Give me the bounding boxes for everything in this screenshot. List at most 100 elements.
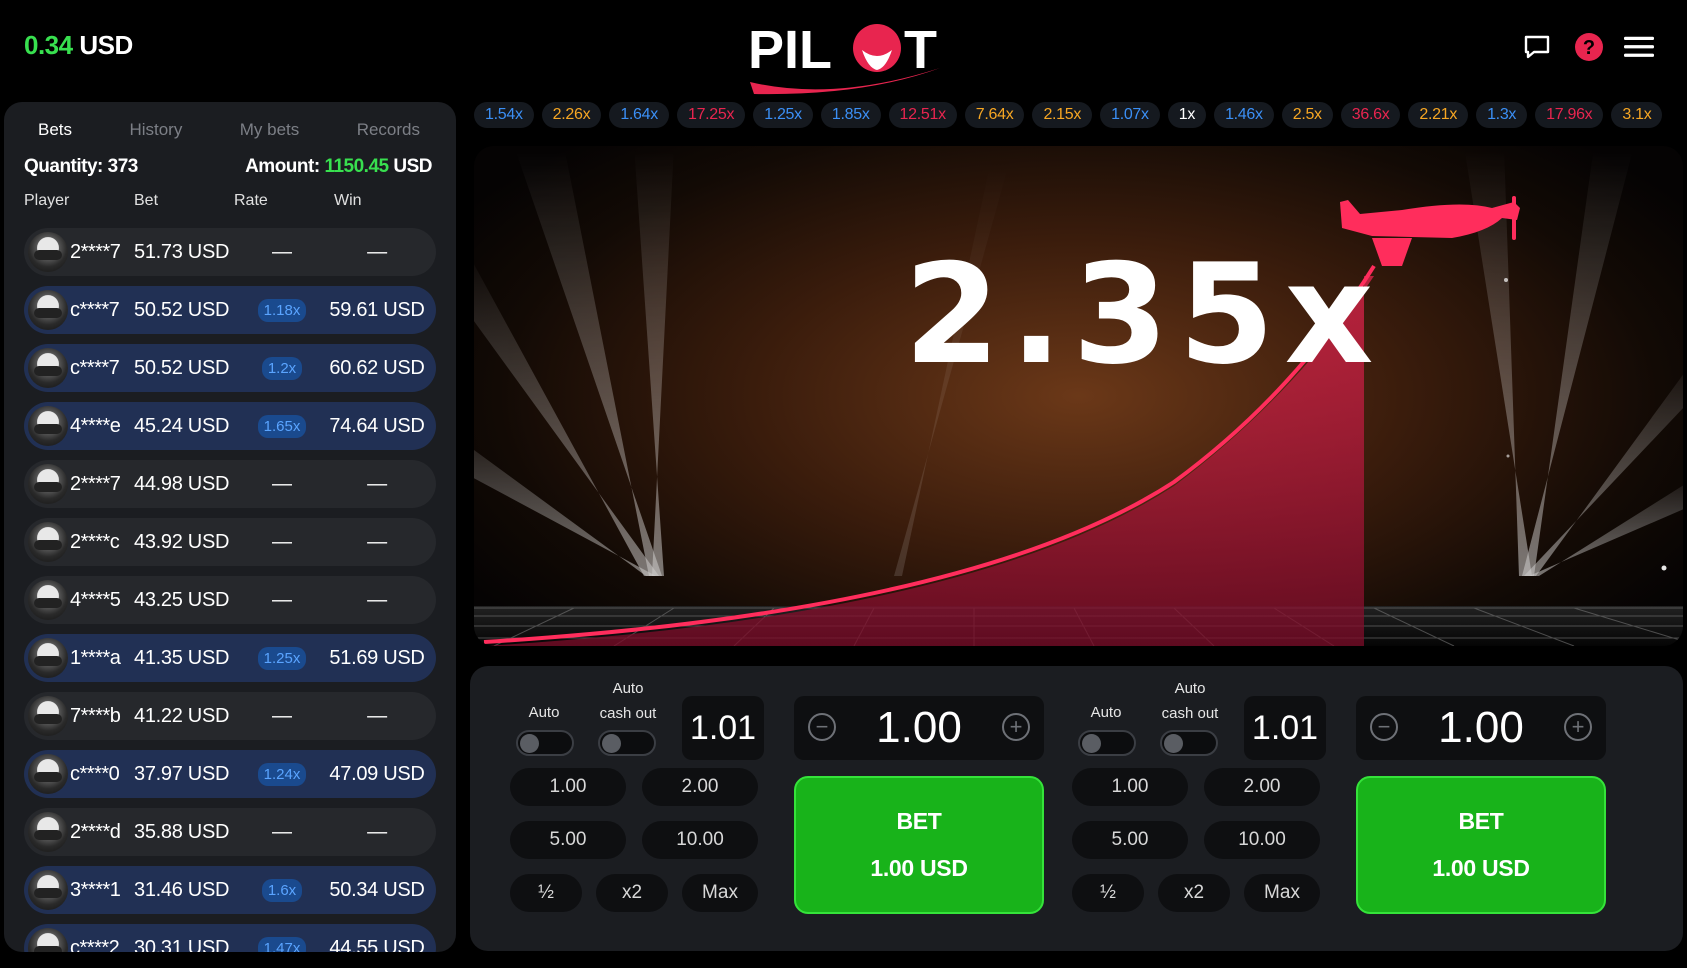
bets-list: 2****7 51.73 USD — — c****7 50.52 USD 1.18x 59.… xyxy=(4,216,456,952)
quick-amount-button[interactable]: 5.00 xyxy=(1072,821,1188,859)
quick-amount-button[interactable]: 1.00 xyxy=(1072,768,1188,806)
multiplier-chip: 12.51x xyxy=(888,102,957,128)
rate-cell: — xyxy=(272,704,292,727)
multiplier-chip: 3.1x xyxy=(1611,102,1663,128)
menu-icon[interactable] xyxy=(1624,32,1654,62)
rate-cell: 1.25x xyxy=(246,646,318,670)
stake-input[interactable]: 1.00− + xyxy=(794,696,1044,760)
svg-text:?: ? xyxy=(1583,37,1595,59)
win-cell: 74.64 USD xyxy=(329,414,425,437)
help-icon[interactable]: ? xyxy=(1574,32,1604,62)
half-stake-button[interactable]: ½ xyxy=(510,874,582,912)
bet-amount: 51.73 USD xyxy=(134,240,230,263)
pilot-logo: PIL T xyxy=(744,10,944,100)
max-stake-button[interactable]: Max xyxy=(1244,874,1320,912)
avatar xyxy=(28,696,68,736)
quick-amount-button[interactable]: 10.00 xyxy=(1204,821,1320,859)
avatar xyxy=(28,232,68,272)
bet-amount: 45.24 USD xyxy=(134,414,230,437)
avatar xyxy=(28,290,68,330)
auto-cashout-label-line2: cash out xyxy=(599,705,657,722)
player-name: 2****d xyxy=(70,820,121,843)
win-cell: 44.55 USD xyxy=(329,936,425,953)
player-name: 2****7 xyxy=(70,472,121,495)
multiplier-chip: 1.07x xyxy=(1100,102,1160,128)
bet-button[interactable]: BET 1.00 USD xyxy=(794,776,1044,914)
svg-text:T: T xyxy=(904,20,937,80)
quick-amount-button[interactable]: 2.00 xyxy=(1204,768,1320,806)
bet-amount: 37.97 USD xyxy=(134,762,230,785)
player-name: c****7 xyxy=(70,356,120,379)
game-scene xyxy=(474,146,1683,646)
cashout-coef-input[interactable]: 1.01 xyxy=(1244,696,1326,760)
multiplier-chip: 2.15x xyxy=(1032,102,1093,128)
quick-amount-button[interactable]: 10.00 xyxy=(642,821,758,859)
bet-row: 2****d 35.88 USD — — xyxy=(24,808,436,856)
svg-text:PIL: PIL xyxy=(748,20,832,80)
double-stake-button[interactable]: x2 xyxy=(596,874,668,912)
rate-badge: 1.25x xyxy=(257,646,307,670)
bet-amount: 44.98 USD xyxy=(134,472,230,495)
auto-cashout-label: Auto cash out xyxy=(588,676,668,726)
bet-button[interactable]: BET 1.00 USD xyxy=(1356,776,1606,914)
tab-history[interactable]: History xyxy=(109,116,202,148)
decrease-stake-button[interactable]: − xyxy=(1370,713,1398,741)
auto-label: Auto xyxy=(1090,704,1122,721)
double-stake-button[interactable]: x2 xyxy=(1158,874,1230,912)
auto-cashout-toggle[interactable] xyxy=(1160,730,1218,756)
multiplier-chip: 36.6x xyxy=(1340,102,1401,128)
increase-stake-button[interactable]: + xyxy=(1564,713,1592,741)
cashout-coef-input[interactable]: 1.01 xyxy=(682,696,764,760)
win-cell: 47.09 USD xyxy=(329,762,425,785)
avatar xyxy=(28,348,68,388)
quick-amount-button[interactable]: 1.00 xyxy=(510,768,626,806)
win-cell: — xyxy=(367,820,387,843)
player-name: c****7 xyxy=(70,298,120,321)
current-multiplier: 2.35x xyxy=(904,234,1384,395)
bets-column-header: Player Bet Rate Win xyxy=(4,178,456,216)
rate-badge: 1.2x xyxy=(261,356,303,380)
quick-amount-button[interactable]: 5.00 xyxy=(510,821,626,859)
half-stake-button[interactable]: ½ xyxy=(1072,874,1144,912)
rate-cell: 1.47x xyxy=(246,936,318,952)
column-rate: Rate xyxy=(234,192,268,209)
auto-toggle[interactable] xyxy=(516,730,574,756)
avatar xyxy=(28,406,68,446)
multiplier-chip: 2.5x xyxy=(1281,102,1333,128)
increase-stake-button[interactable]: + xyxy=(1002,713,1030,741)
win-cell: 50.34 USD xyxy=(329,878,425,901)
multiplier-chip: 1x xyxy=(1167,102,1207,128)
avatar xyxy=(28,812,68,852)
bet-row: c****0 37.97 USD 1.24x 47.09 USD xyxy=(24,750,436,798)
avatar xyxy=(28,464,68,504)
rate-cell: 1.6x xyxy=(246,878,318,902)
auto-cashout-label-line1: Auto xyxy=(1174,680,1206,697)
multiplier-chip: 7.64x xyxy=(964,102,1025,128)
bet-row: c****2 30.31 USD 1.47x 44.55 USD xyxy=(24,924,436,952)
rate-badge: 1.18x xyxy=(257,298,307,322)
quick-amount-button[interactable]: 2.00 xyxy=(642,768,758,806)
tab-my-bets[interactable]: My bets xyxy=(220,116,320,148)
balance-amount: 0.34 xyxy=(24,30,73,60)
bet-row: 2****7 51.73 USD — — xyxy=(24,228,436,276)
win-cell: — xyxy=(367,588,387,611)
tab-records[interactable]: Records xyxy=(337,116,440,148)
bet-button-amount: 1.00 USD xyxy=(870,855,968,881)
win-cell: 60.62 USD xyxy=(329,356,425,379)
decrease-stake-button[interactable]: − xyxy=(808,713,836,741)
rate-cell: 1.2x xyxy=(246,356,318,380)
quantity-value: 373 xyxy=(107,156,139,177)
bet-panel-1: Auto Auto cash out 1.01 1.00− +1.00 2.00 5.00 10… xyxy=(470,666,1070,951)
avatar xyxy=(28,580,68,620)
chat-icon[interactable] xyxy=(1522,32,1552,62)
auto-cashout-toggle[interactable] xyxy=(598,730,656,756)
bet-row: 3****1 31.46 USD 1.6x 50.34 USD xyxy=(24,866,436,914)
bet-amount: 35.88 USD xyxy=(134,820,230,843)
max-stake-button[interactable]: Max xyxy=(682,874,758,912)
auto-toggle[interactable] xyxy=(1078,730,1136,756)
stake-input[interactable]: 1.00− + xyxy=(1356,696,1606,760)
tab-bets[interactable]: Bets xyxy=(18,116,92,148)
bet-row: 7****b 41.22 USD — — xyxy=(24,692,436,740)
auto-cashout-label-line1: Auto xyxy=(612,680,644,697)
multiplier-chip: 1.54x xyxy=(474,102,534,128)
